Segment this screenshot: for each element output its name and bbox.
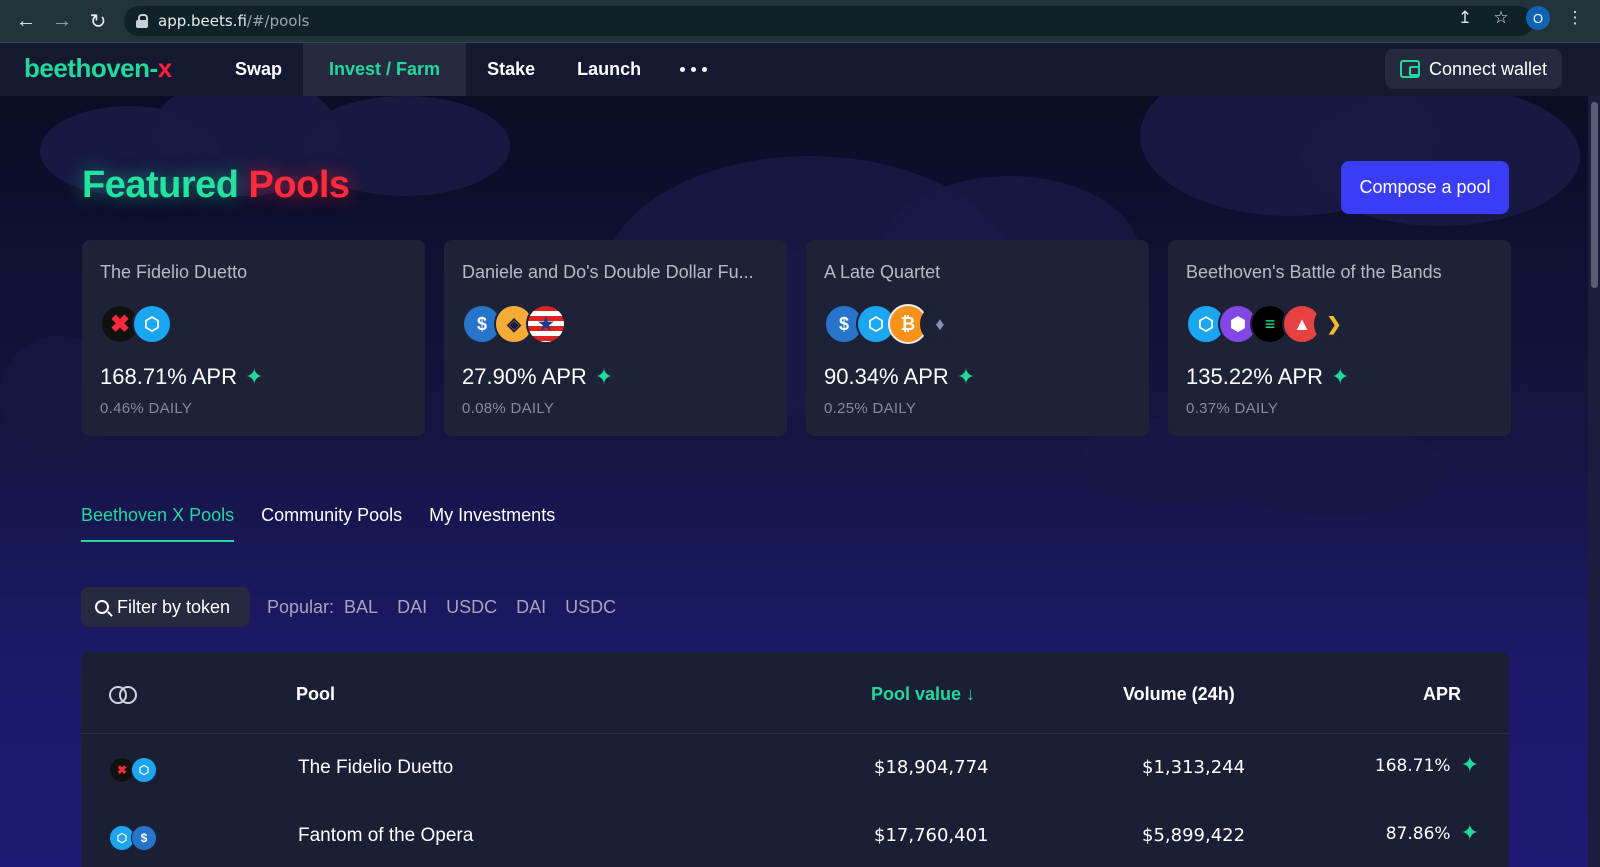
popular-tokens: Popular: BAL DAI USDC DAI USDC [267,597,635,618]
reload-icon[interactable]: ↻ [80,3,116,39]
bnb-token-icon: ❯ [1314,304,1354,344]
fantom-token-icon: ⬡ [132,304,172,344]
token-icons: ⬡ ⬢ ≡ ▲ ❯ [1186,304,1354,344]
pool-daily-rate: 0.25% DAILY [824,400,917,417]
popular-token[interactable]: DAI [516,597,546,618]
star-icon[interactable]: ☆ [1490,7,1512,29]
scrollbar-thumb[interactable] [1591,102,1598,288]
usd-flag-icon: ★ [526,304,566,344]
filter-by-token-button[interactable]: Filter by token [81,587,250,627]
featured-pool-card[interactable]: A Late Quartet $ ⬡ ₿ ♦ 90.34% APR ✦ 0.25%… [806,240,1149,436]
nav-invest-farm[interactable]: Invest / Farm [303,43,467,96]
pool-name: A Late Quartet [824,262,941,282]
beethoven-x-logo[interactable]: beethoven-x [24,53,172,84]
token-icons: ✖ ⬡ [100,304,172,344]
lock-icon [136,14,148,28]
token-icons: ⬡ $ [109,825,157,851]
rings-icon [109,686,137,704]
table-row[interactable]: ✖ ⬡ The Fidelio Duetto $18,904,774 $1,31… [81,735,1509,803]
profile-avatar[interactable]: O [1526,6,1550,30]
token-icons: ✖ ⬡ [109,757,157,783]
pool-volume: $5,899,422 [1142,825,1246,846]
main-nav: Swap Invest / Farm Stake Launch [214,43,708,96]
tab-my-investments[interactable]: My Investments [429,505,555,542]
featured-pool-cards: The Fidelio Duetto ✖ ⬡ 168.71% APR ✦ 0.46… [82,240,1511,436]
pool-daily-rate: 0.08% DAILY [462,400,555,417]
sparkle-icon: ✦ [956,364,976,389]
pool-name: Beethoven's Battle of the Bands [1186,262,1442,282]
popular-token[interactable]: DAI [397,597,427,618]
connect-wallet-label: Connect wallet [1428,58,1548,79]
address-bar[interactable]: app.beets.fi/#/pools [124,6,1534,36]
column-header-pool[interactable]: Pool [296,684,335,705]
browser-toolbar: ← → ↻ app.beets.fi/#/pools ↥ ☆ O ⋮ [0,0,1600,43]
compose-pool-button[interactable]: Compose a pool [1341,161,1509,214]
popular-label: Popular: [267,597,335,617]
share-icon[interactable]: ↥ [1454,7,1476,29]
sparkle-icon: ✦ [1330,364,1350,389]
url-text: app.beets.fi/#/pools [158,12,310,30]
pool-volume: $1,313,244 [1142,757,1246,778]
forward-arrow-icon[interactable]: → [44,3,80,39]
pool-tabs: Beethoven X Pools Community Pools My Inv… [81,505,555,542]
pool-apr: 135.22% APR ✦ [1186,364,1350,389]
app-header: beethoven-x Swap Invest / Farm Stake Lau… [0,43,1600,96]
column-header-volume[interactable]: Volume (24h) [1123,684,1235,705]
pool-name: The Fidelio Duetto [100,262,248,282]
connect-wallet-button[interactable]: Connect wallet [1385,49,1562,89]
filter-label: Filter by token [117,596,231,617]
column-header-pool-value[interactable]: Pool value ↓ [871,684,975,705]
popular-token[interactable]: BAL [344,597,378,618]
pool-value: $18,904,774 [874,757,989,778]
pool-value: $17,760,401 [874,825,989,846]
featured-pool-card[interactable]: Beethoven's Battle of the Bands ⬡ ⬢ ≡ ▲ … [1168,240,1511,436]
more-menu-icon[interactable] [662,43,708,96]
table-row[interactable]: ⬡ $ Fantom of the Opera $17,760,401 $5,8… [81,803,1509,867]
menu-kebab-icon[interactable]: ⋮ [1564,7,1586,29]
pool-name: Fantom of the Opera [298,825,474,846]
featured-pool-card[interactable]: Daniele and Do's Double Dollar Fu... $ ◈… [444,240,787,436]
token-icons: $ ⬡ ₿ ♦ [824,304,960,344]
popular-token[interactable]: USDC [446,597,497,618]
pool-daily-rate: 0.37% DAILY [1186,400,1279,417]
pool-apr: 87.86% ✦ [1385,821,1479,846]
pool-name: Daniele and Do's Double Dollar Fu... [462,262,754,282]
search-icon [95,600,109,614]
ethereum-token-icon: ♦ [920,304,960,344]
pool-apr: 27.90% APR ✦ [462,364,614,389]
table-header: Pool Pool value ↓ Volume (24h) APR [81,652,1509,734]
pool-apr: 90.34% APR ✦ [824,364,976,389]
column-header-apr[interactable]: APR [1423,684,1461,705]
fantom-token-icon: ⬡ [131,757,157,783]
token-icons: $ ◈ ★ [462,304,566,344]
nav-swap[interactable]: Swap [214,43,303,96]
tab-community-pools[interactable]: Community Pools [261,505,402,542]
pool-apr: 168.71% ✦ [1374,753,1479,778]
popular-token[interactable]: USDC [565,597,616,618]
sparkle-icon: ✦ [1460,821,1479,846]
wallet-icon [1399,60,1420,78]
nav-stake[interactable]: Stake [466,43,556,96]
nav-launch[interactable]: Launch [556,43,662,96]
pool-daily-rate: 0.46% DAILY [100,400,193,417]
page-scrollbar[interactable] [1588,96,1600,867]
sparkle-icon: ✦ [244,364,264,389]
pool-apr: 168.71% APR ✦ [100,364,264,389]
featured-pools-title: Featured Pools [82,164,350,206]
tab-beethoven-x-pools[interactable]: Beethoven X Pools [81,505,235,542]
usdc-token-icon: $ [131,825,157,851]
back-arrow-icon[interactable]: ← [8,3,44,39]
pool-name: The Fidelio Duetto [298,757,454,778]
sparkle-icon: ✦ [1460,753,1479,778]
pools-table: Pool Pool value ↓ Volume (24h) APR ✖ ⬡ T… [81,652,1509,867]
featured-pool-card[interactable]: The Fidelio Duetto ✖ ⬡ 168.71% APR ✦ 0.46… [82,240,425,436]
sparkle-icon: ✦ [594,364,614,389]
